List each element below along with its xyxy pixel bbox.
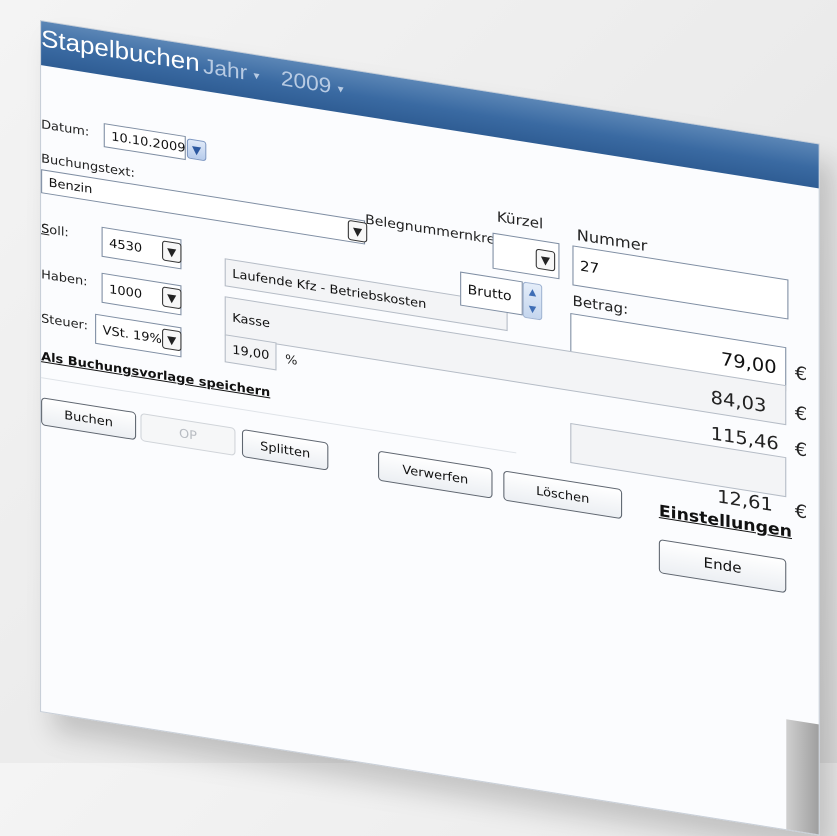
amount-2-currency: € xyxy=(794,438,808,462)
belegnummernkreis-label: Belegnummernkreis: xyxy=(365,212,512,251)
loeschen-button[interactable]: Löschen xyxy=(503,470,623,520)
year-label[interactable]: Jahr ▾ xyxy=(203,55,259,88)
soll-text: Soll: xyxy=(41,221,69,240)
datum-dropdown-chevron-down-icon[interactable]: ▼ xyxy=(186,138,207,162)
betrag-currency: € xyxy=(794,362,808,386)
buchungstext-field[interactable]: Benzin xyxy=(41,169,366,245)
verwerfen-button[interactable]: Verwerfen xyxy=(378,450,493,499)
percent-sign: % xyxy=(285,351,298,368)
ende-button[interactable]: Ende xyxy=(658,539,787,594)
datum-label: Datum: xyxy=(41,117,90,139)
kuerzel-label: Kürzel xyxy=(496,209,544,233)
splitten-button[interactable]: Splitten xyxy=(241,428,329,471)
buchen-button[interactable]: Buchen xyxy=(41,397,137,441)
haben-dropdown-chevron-down-icon[interactable]: ▼ xyxy=(162,286,182,310)
brutto-spinner-icon[interactable]: ▲ ▼ xyxy=(522,281,543,321)
datum-field[interactable]: 10.10.2009 xyxy=(103,123,186,161)
title-bar: Stapelbuchen Jahr ▾ 2009 ▾ xyxy=(41,21,819,189)
steuer-dropdown-chevron-down-icon[interactable]: ▼ xyxy=(162,328,182,352)
steuer-label: Steuer: xyxy=(41,311,89,333)
haben-label: Haben: xyxy=(41,267,88,289)
stapelbuchen-window: Stapelbuchen Jahr ▾ 2009 ▾ Datum: 10.10.… xyxy=(40,20,820,836)
year-selector[interactable]: 2009 ▾ xyxy=(281,67,344,101)
kuerzel-dropdown-chevron-down-icon[interactable]: ▼ xyxy=(535,248,556,272)
window-title: Stapelbuchen xyxy=(41,25,200,78)
chevron-down-icon: ▾ xyxy=(337,83,344,97)
op-button[interactable]: OP xyxy=(140,412,236,456)
window-edge-shadow xyxy=(786,719,819,835)
soll-dropdown-chevron-down-icon[interactable]: ▼ xyxy=(162,240,182,264)
amount-3-currency: € xyxy=(794,500,808,524)
chevron-down-icon: ▾ xyxy=(253,69,260,83)
amount-1-currency: € xyxy=(794,402,808,426)
